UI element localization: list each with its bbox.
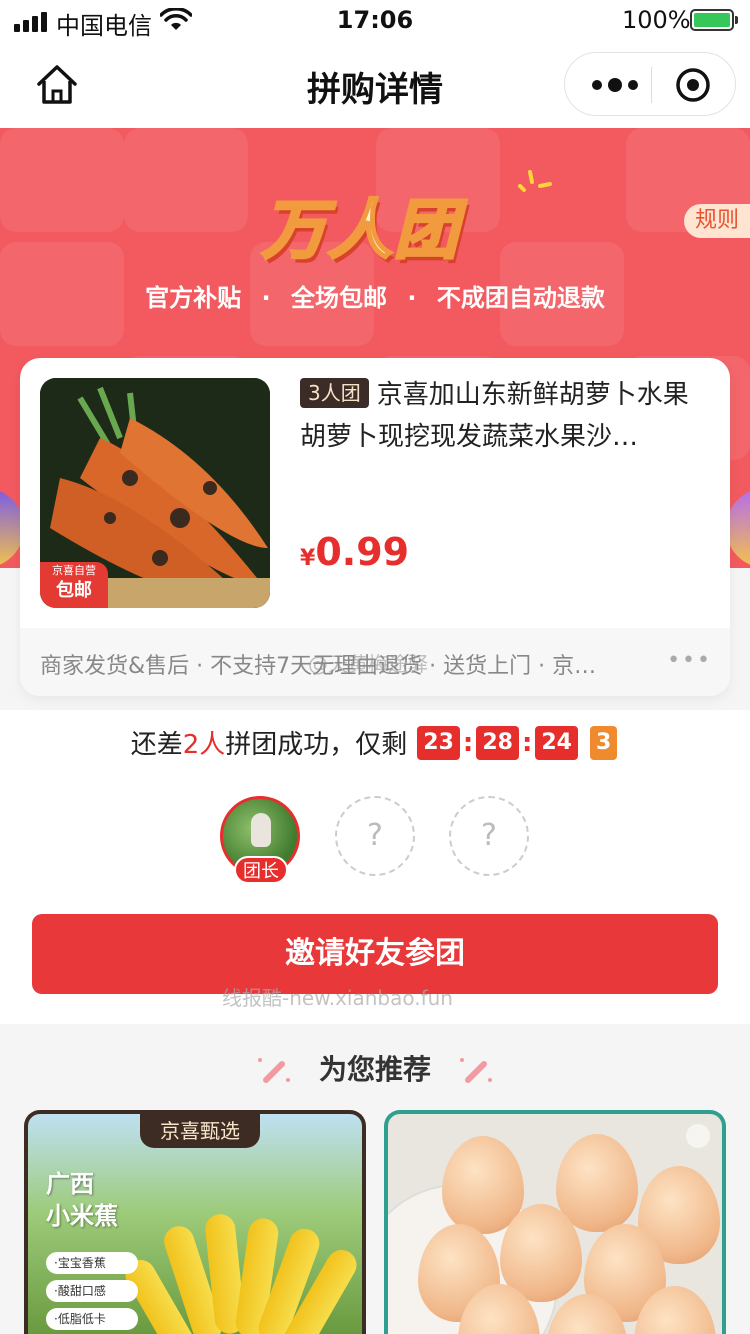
status-bar: 中国电信 17:06 100%	[0, 0, 750, 42]
self-operated-badge: 京喜自营 包邮	[40, 562, 108, 608]
service-strip[interactable]: 商家发货&售后 · 不支持7天无理由退货 · 送货上门 · 京… @天黄梅途驿 …	[20, 628, 730, 696]
watermark: 线报酷-new.xianbao.fun	[222, 986, 453, 1010]
banner-slogans: 官方补贴 · 全场包邮 · 不成团自动退款	[145, 284, 605, 312]
group-countdown: 还差 2人 拼团成功，仅剩 23 : 28 : 24 3	[0, 710, 750, 776]
watermark: @天黄梅途驿	[308, 652, 428, 676]
more-icon[interactable]	[587, 73, 643, 97]
brand-tag: 京喜甄选	[140, 1114, 260, 1148]
decor-stripe-icon	[258, 1058, 290, 1083]
rules-button[interactable]: 规则	[684, 204, 750, 238]
leader-tag: 团长	[234, 856, 288, 884]
invite-section: 邀请好友参团 线报酷-new.xianbao.fun	[0, 910, 750, 1024]
product-price: ¥0.99	[300, 530, 410, 574]
product-card[interactable]: 京喜自营 包邮 3人团 京喜加山东新鲜胡萝卜水果胡萝卜现挖现发蔬菜水果沙… ¥0.…	[20, 358, 730, 696]
feature-pill: ·酸甜口感	[46, 1280, 138, 1302]
empty-slot: ?	[335, 796, 415, 876]
close-target-icon[interactable]	[675, 67, 711, 103]
sparkle-icon	[518, 170, 552, 192]
product-name[interactable]: 3人团 京喜加山东新鲜胡萝卜水果胡萝卜现挖现发蔬菜水果沙…	[300, 374, 710, 458]
nav-bar: 拼购详情	[0, 42, 750, 128]
mini-program-capsule	[564, 52, 736, 116]
missing-count: 2人	[182, 730, 226, 760]
battery-percent: 100%	[622, 6, 691, 34]
minutes-box: 28	[476, 725, 519, 760]
battery-icon	[690, 9, 738, 31]
recommend-card[interactable]: 京喜甄选 广西 小米蕉 ·宝宝香蕉 ·酸甜口感 ·低脂低卡	[24, 1110, 366, 1334]
group-members: 团长 ? ?	[0, 776, 750, 910]
recommend-title: 为您推荐	[318, 1053, 431, 1086]
decor-stripe-icon	[460, 1058, 492, 1083]
group-size-tag: 3人团	[300, 378, 369, 408]
recommend-header: 为您推荐	[0, 1040, 750, 1100]
eggs-image	[388, 1114, 722, 1334]
seconds-box: 24	[535, 725, 578, 760]
product-region: 广西 小米蕉	[46, 1170, 118, 1230]
dismiss-icon[interactable]	[686, 1124, 710, 1148]
banana-image: 京喜甄选 广西 小米蕉 ·宝宝香蕉 ·酸甜口感 ·低脂低卡	[28, 1114, 362, 1334]
more-services-icon[interactable]: •••	[667, 648, 712, 673]
empty-slot: ?	[449, 796, 529, 876]
capsule-divider	[651, 67, 652, 103]
feature-pill: ·宝宝香蕉	[46, 1252, 138, 1274]
recommend-card[interactable]	[384, 1110, 726, 1334]
hours-box: 23	[417, 725, 460, 760]
product-image[interactable]: 京喜自营 包邮	[40, 378, 270, 608]
tenths-box: 3	[589, 725, 618, 760]
feature-pill: ·低脂低卡	[46, 1308, 138, 1330]
banner-title: 万人团	[261, 193, 460, 270]
